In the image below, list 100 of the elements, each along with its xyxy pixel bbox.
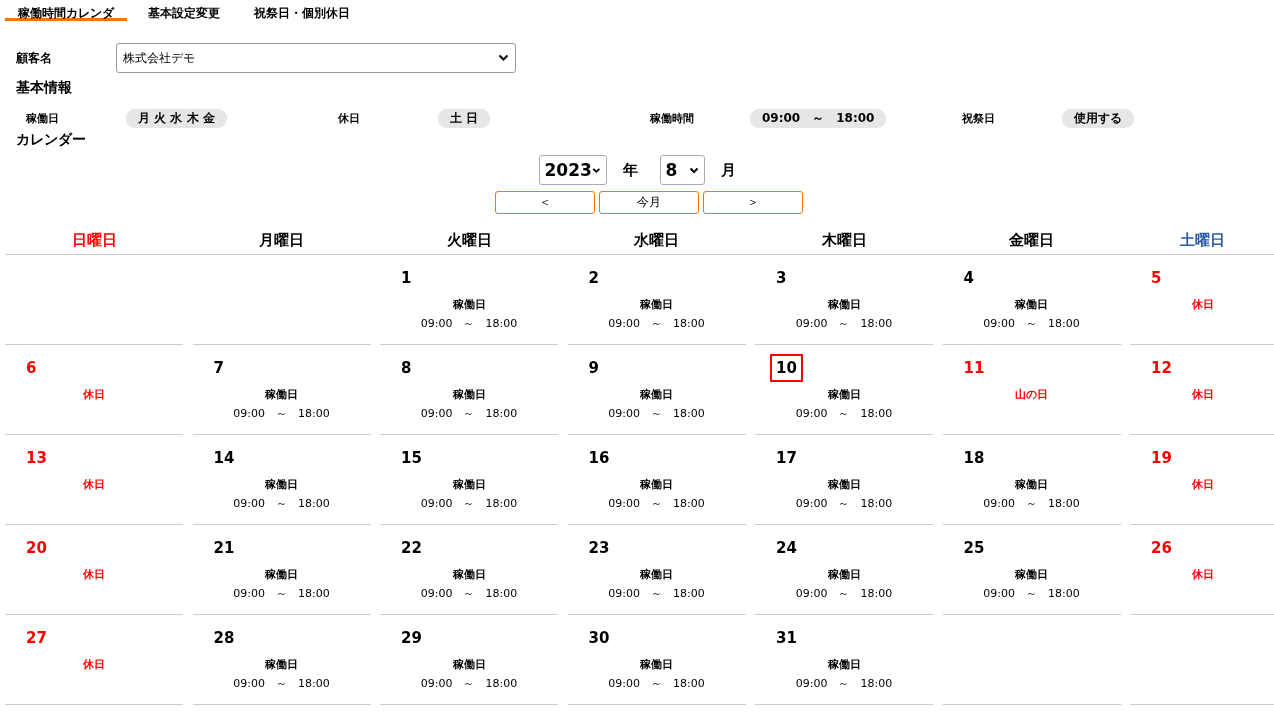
- day-number: 27: [25, 628, 48, 649]
- day-number: 1: [400, 268, 413, 289]
- day-status: 稼働日: [827, 567, 861, 582]
- day-number: 25: [962, 538, 986, 559]
- info-value: 09:00 ～ 18:00: [750, 108, 887, 128]
- year-select[interactable]: 2023: [538, 155, 607, 185]
- day-status: 稼働日: [640, 657, 673, 672]
- day-status: 稼働日: [640, 477, 673, 492]
- day-status: 稼働日: [827, 387, 861, 402]
- work-hours: 09:00 ～ 18:00: [983, 316, 1080, 331]
- tab[interactable]: 祝祭日・個別休日: [241, 0, 363, 21]
- info-label: 稼働日: [26, 110, 60, 126]
- work-hours: 09:00 ～ 18:00: [420, 496, 518, 511]
- day-number: 5: [1150, 268, 1163, 289]
- weekday-heading: 日曜日: [70, 230, 118, 250]
- day-number: 31: [775, 628, 798, 649]
- day-status: 稼働日: [265, 477, 298, 492]
- day-number: 2: [587, 268, 600, 289]
- chevron-down-icon: [498, 54, 509, 62]
- day-status: 稼働日: [452, 387, 486, 402]
- day-status: 稼働日: [827, 297, 861, 312]
- work-hours: 09:00 ～ 18:00: [983, 496, 1080, 511]
- day-number: 14: [212, 448, 236, 469]
- day-status: 稼働日: [827, 477, 861, 492]
- customer-label: 顧客名: [16, 49, 53, 67]
- day-status: 休日: [1191, 387, 1214, 402]
- day-status: 休日: [83, 567, 105, 582]
- day-status: 稼働日: [640, 567, 673, 582]
- info-label: 休日: [338, 110, 361, 126]
- day-number: 23: [587, 538, 611, 559]
- day-number: 19: [1150, 448, 1173, 469]
- work-hours: 09:00 ～ 18:00: [233, 676, 330, 691]
- month-unit: 月: [720, 160, 736, 180]
- section-heading: 基本情報: [16, 79, 72, 97]
- day-number: 22: [400, 538, 423, 559]
- customer-select[interactable]: 株式会社デモ: [116, 43, 516, 73]
- weekday-heading: 土曜日: [1179, 230, 1226, 250]
- next-month-button[interactable]: ＞: [703, 191, 803, 214]
- work-hours: 09:00 ～ 18:00: [420, 586, 518, 601]
- previous-month-button[interactable]: ＜: [495, 191, 595, 214]
- work-hours: 09:00 ～ 18:00: [983, 586, 1080, 601]
- day-status: 休日: [1191, 477, 1214, 492]
- month-select[interactable]: 8: [659, 155, 705, 185]
- work-hours: 09:00 ～ 18:00: [795, 316, 893, 331]
- day-status: 稼働日: [452, 657, 486, 672]
- work-hours: 09:00 ～ 18:00: [608, 316, 705, 331]
- work-hours: 09:00 ～ 18:00: [795, 496, 893, 511]
- info-value: 使用する: [1062, 108, 1134, 128]
- day-status: 稼働日: [1015, 567, 1048, 582]
- day-status: 稼働日: [1015, 297, 1048, 312]
- info-label: 祝祭日: [962, 110, 996, 126]
- current-month-button[interactable]: 今月: [599, 191, 699, 214]
- day-number: 28: [212, 628, 236, 649]
- day-number: 24: [775, 538, 798, 559]
- work-hours: 09:00 ～ 18:00: [608, 406, 705, 421]
- day-number: 18: [962, 448, 986, 469]
- day-number: 17: [775, 448, 798, 469]
- day-number: 4: [962, 268, 975, 289]
- day-status: 稼働日: [452, 297, 486, 312]
- weekday-heading: 水曜日: [633, 230, 680, 250]
- work-hours: 09:00 ～ 18:00: [420, 406, 518, 421]
- day-status: 稼働日: [452, 477, 486, 492]
- weekday-heading: 金曜日: [1008, 230, 1055, 250]
- day-number: 13: [25, 448, 48, 469]
- info-value: 月 火 水 木 金: [126, 108, 227, 128]
- work-hours: 09:00 ～ 18:00: [795, 406, 893, 421]
- work-hours: 09:00 ～ 18:00: [420, 676, 518, 691]
- year-unit: 年: [622, 160, 638, 180]
- day-status: 休日: [1191, 567, 1214, 582]
- info-label: 稼働時間: [650, 110, 695, 126]
- day-status: 休日: [83, 477, 105, 492]
- day-number: 11: [962, 358, 986, 379]
- chevron-down-icon: [591, 166, 601, 174]
- day-status: 稼働日: [452, 567, 486, 582]
- work-hours: 09:00 ～ 18:00: [608, 676, 705, 691]
- work-hours: 09:00 ～ 18:00: [608, 496, 705, 511]
- section-heading: カレンダー: [16, 131, 86, 149]
- day-status: 稼働日: [640, 297, 673, 312]
- day-status: 山の日: [1015, 387, 1048, 402]
- day-status: 稼働日: [265, 387, 298, 402]
- day-status: 稼働日: [827, 657, 861, 672]
- work-hours: 09:00 ～ 18:00: [795, 676, 893, 691]
- tab[interactable]: 基本設定変更: [135, 0, 233, 21]
- work-hours: 09:00 ～ 18:00: [795, 586, 893, 601]
- day-number: 26: [1150, 538, 1173, 559]
- work-hours: 09:00 ～ 18:00: [420, 316, 518, 331]
- work-hours: 09:00 ～ 18:00: [233, 496, 330, 511]
- weekday-heading: 木曜日: [820, 230, 868, 250]
- day-number: 20: [25, 538, 48, 559]
- day-number: 10: [770, 354, 803, 382]
- weekday-heading: 月曜日: [258, 230, 305, 250]
- day-number: 3: [775, 268, 788, 289]
- day-number: 7: [212, 358, 225, 379]
- day-number: 9: [587, 358, 600, 379]
- tab[interactable]: 稼働時間カレンダ: [5, 0, 127, 21]
- day-status: 稼働日: [265, 567, 298, 582]
- day-number: 12: [1150, 358, 1173, 379]
- day-number: 16: [587, 448, 611, 469]
- day-status: 休日: [83, 387, 105, 402]
- info-value: 土 日: [438, 108, 491, 128]
